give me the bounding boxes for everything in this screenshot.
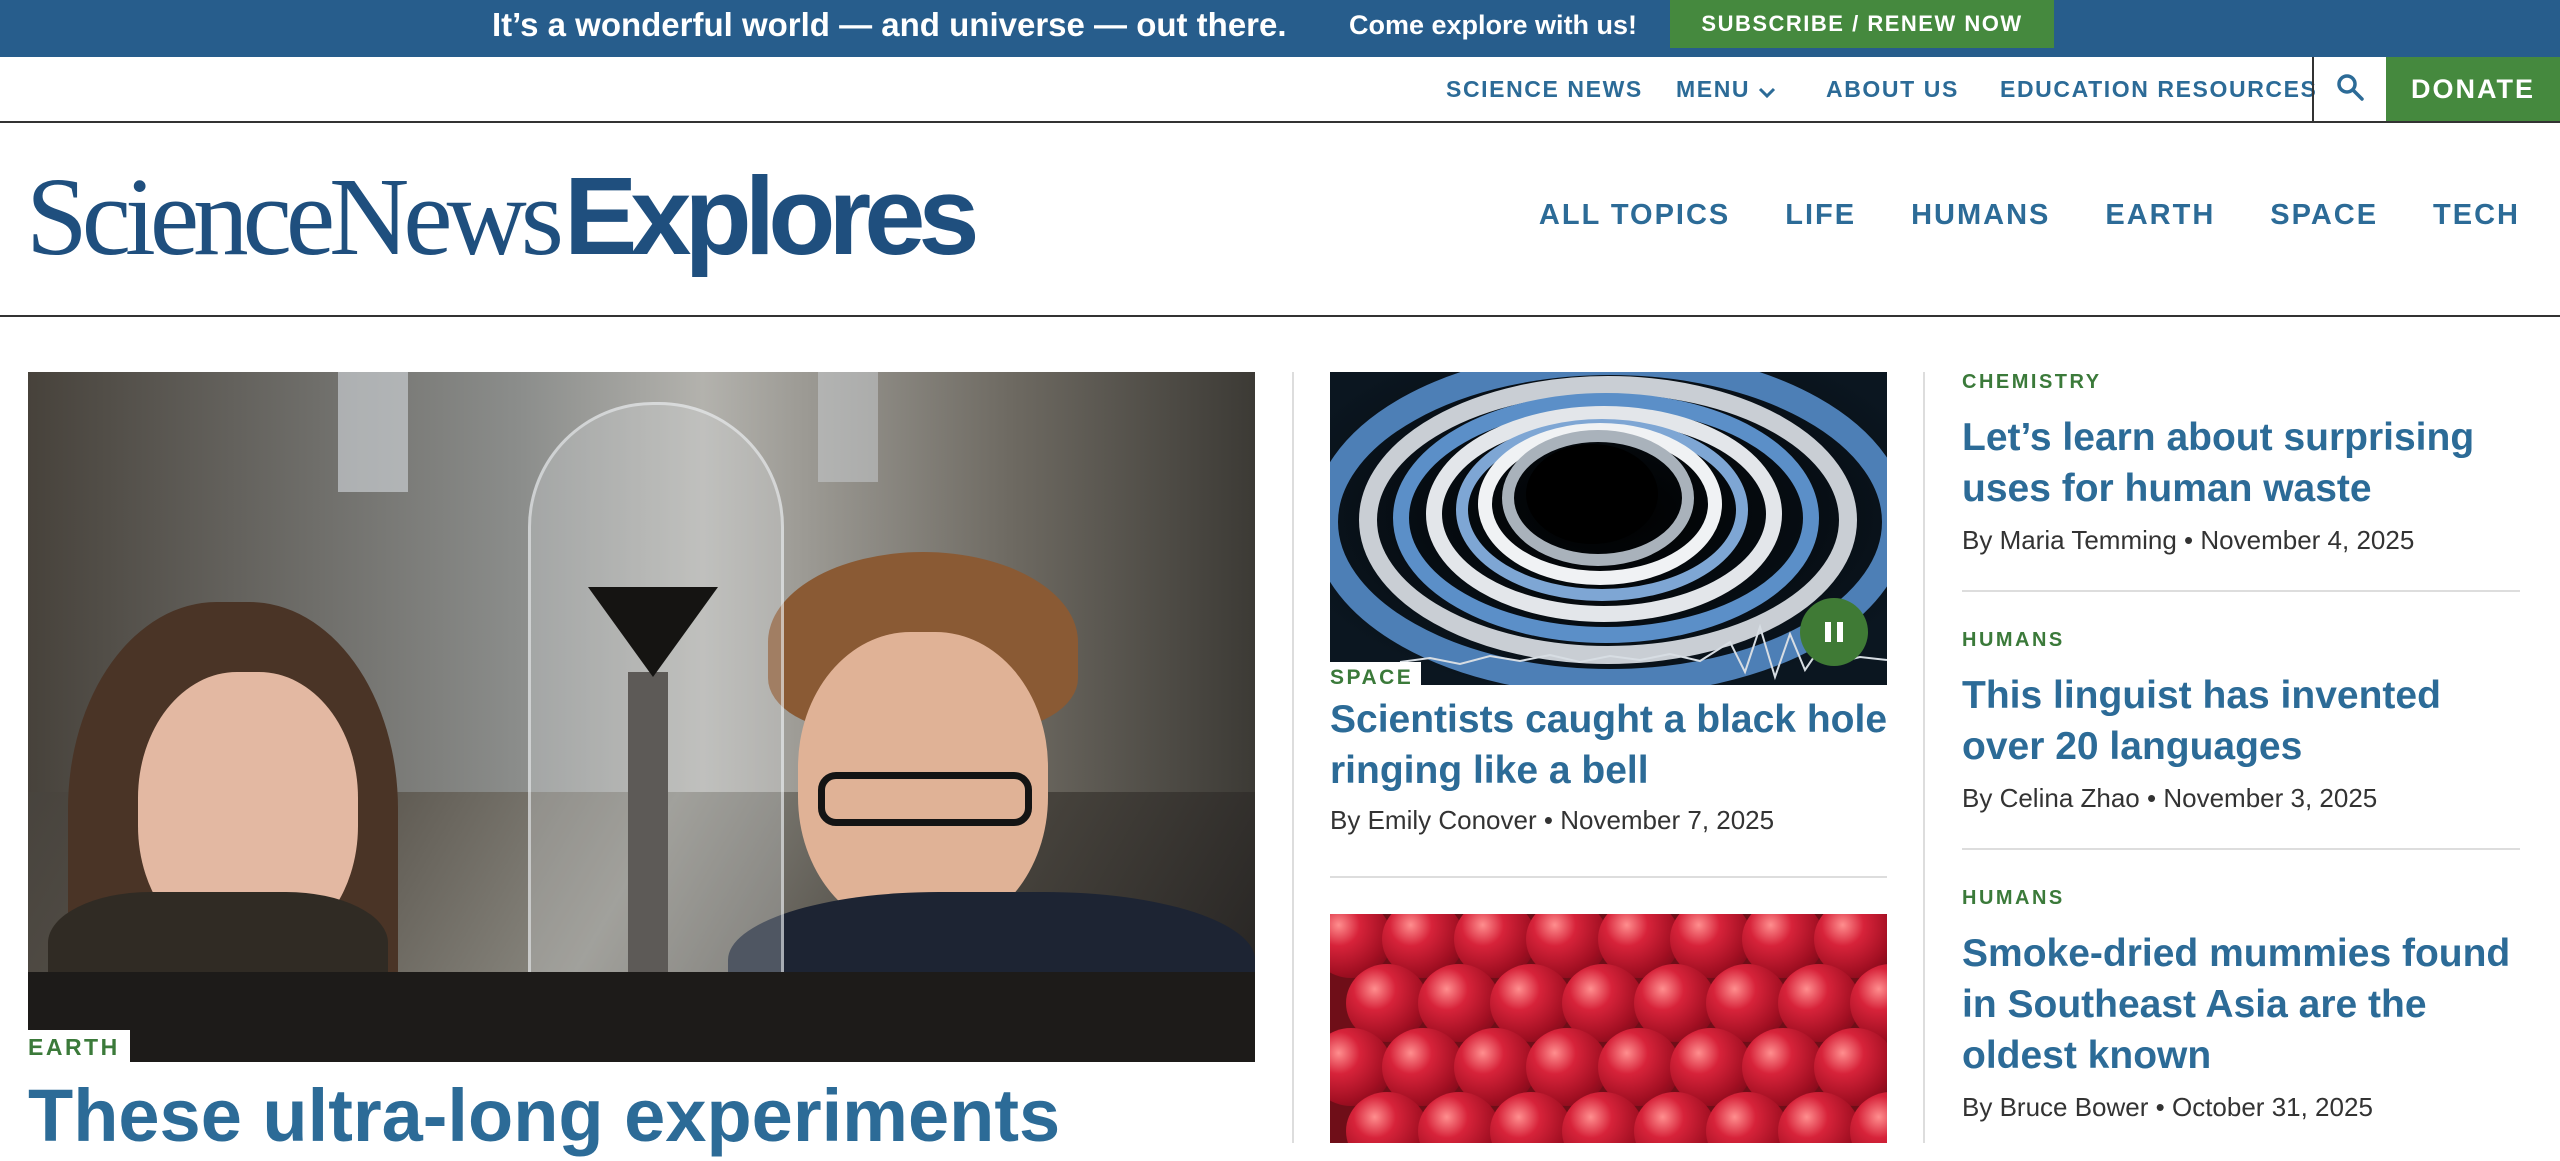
column-divider (1923, 372, 1925, 1143)
lead-story: EARTH These ultra-long experiments (28, 372, 1255, 1157)
byline-separator: • (1543, 805, 1553, 835)
utility-nav: SCIENCE NEWS MENU ABOUT US EDUCATION RES… (0, 57, 2560, 123)
logo-explores: Explores (563, 155, 980, 278)
apples-image[interactable] (1330, 914, 1887, 1143)
chevron-down-icon (1758, 59, 1776, 123)
black-hole-image[interactable] (1330, 372, 1887, 685)
story-divider (1962, 590, 2520, 592)
story-category[interactable]: HUMANS (1962, 888, 2520, 908)
story-category[interactable]: CHEMISTRY (1962, 372, 2520, 392)
masthead: ScienceNewsExplores ALL TOPICS LIFE HUMA… (0, 123, 2560, 317)
story-byline: By Celina Zhao • November 3, 2025 (1962, 780, 2520, 816)
byline-separator: • (2147, 783, 2157, 813)
lead-story-title[interactable]: These ultra-long experiments (28, 1072, 1060, 1161)
logo-sciencenews: ScienceNews (26, 156, 564, 279)
column-divider (1292, 372, 1294, 1143)
lead-story-category[interactable]: EARTH (28, 1030, 130, 1063)
topic-earth[interactable]: EARTH (2105, 199, 2215, 232)
story-author[interactable]: By Celina Zhao (1962, 783, 2140, 813)
search-icon (2335, 72, 2365, 107)
menu-button[interactable]: MENU (1676, 57, 1776, 121)
topic-life[interactable]: LIFE (1785, 199, 1856, 232)
story-title[interactable]: Let’s learn about surprising uses for hu… (1962, 412, 2520, 514)
story-category[interactable]: HUMANS (1962, 630, 2520, 650)
story-byline: By Bruce Bower • October 31, 2025 (1962, 1089, 2520, 1125)
about-us-link[interactable]: ABOUT US (1826, 57, 1959, 121)
topic-tech[interactable]: TECH (2433, 199, 2520, 232)
byline-separator: • (2184, 525, 2194, 555)
promo-subline: Come explore with us! (1349, 10, 1638, 40)
list-item: HUMANS Smoke-dried mummies found in Sout… (1962, 888, 2520, 1125)
story-author[interactable]: By Maria Temming (1962, 525, 2177, 555)
promo-headline: It’s a wonderful world — and universe — … (492, 6, 1287, 43)
story-divider (1962, 848, 2520, 850)
donate-button[interactable]: DONATE (2386, 57, 2560, 121)
pause-icon (1825, 622, 1831, 642)
byline-separator: • (2155, 1092, 2165, 1122)
story-divider (1330, 876, 1887, 878)
story-title[interactable]: Smoke-dried mummies found in Southeast A… (1962, 928, 2520, 1081)
story-date: November 4, 2025 (2200, 525, 2415, 555)
story-title[interactable]: This linguist has invented over 20 langu… (1962, 670, 2520, 772)
topic-space[interactable]: SPACE (2270, 199, 2378, 232)
search-button[interactable] (2312, 57, 2386, 121)
story-author[interactable]: By Emily Conover (1330, 805, 1537, 835)
topics-nav: ALL TOPICS LIFE HUMANS EARTH SPACE TECH (1484, 199, 2520, 232)
story-author[interactable]: By Bruce Bower (1962, 1092, 2148, 1122)
story-byline: By Emily Conover • November 7, 2025 (1330, 802, 1774, 838)
pause-button[interactable] (1800, 598, 1868, 666)
story-byline: By Maria Temming • November 4, 2025 (1962, 522, 2520, 558)
middle-column: SPACE Scientists caught a black hole rin… (1330, 372, 1887, 1143)
topic-all-topics[interactable]: ALL TOPICS (1539, 199, 1730, 232)
list-item: CHEMISTRY Let’s learn about surprising u… (1962, 372, 2520, 558)
site-logo[interactable]: ScienceNewsExplores (26, 153, 980, 282)
story-title[interactable]: Scientists caught a black hole ringing l… (1330, 694, 1887, 796)
promo-banner: It’s a wonderful world — and universe — … (0, 0, 2560, 57)
education-resources-link[interactable]: EDUCATION RESOURCES (2000, 57, 2318, 121)
topic-humans[interactable]: HUMANS (1911, 199, 2050, 232)
list-item: HUMANS This linguist has invented over 2… (1962, 630, 2520, 816)
story-category[interactable]: SPACE (1330, 662, 1422, 692)
lead-story-image[interactable] (28, 372, 1255, 1062)
story-date: November 7, 2025 (1560, 805, 1775, 835)
subscribe-button[interactable]: SUBSCRIBE / RENEW NOW (1670, 0, 2054, 48)
science-news-link[interactable]: SCIENCE NEWS (1446, 57, 1643, 121)
story-date: November 3, 2025 (2163, 783, 2378, 813)
menu-label: MENU (1676, 76, 1751, 102)
story-date: October 31, 2025 (2171, 1092, 2373, 1122)
